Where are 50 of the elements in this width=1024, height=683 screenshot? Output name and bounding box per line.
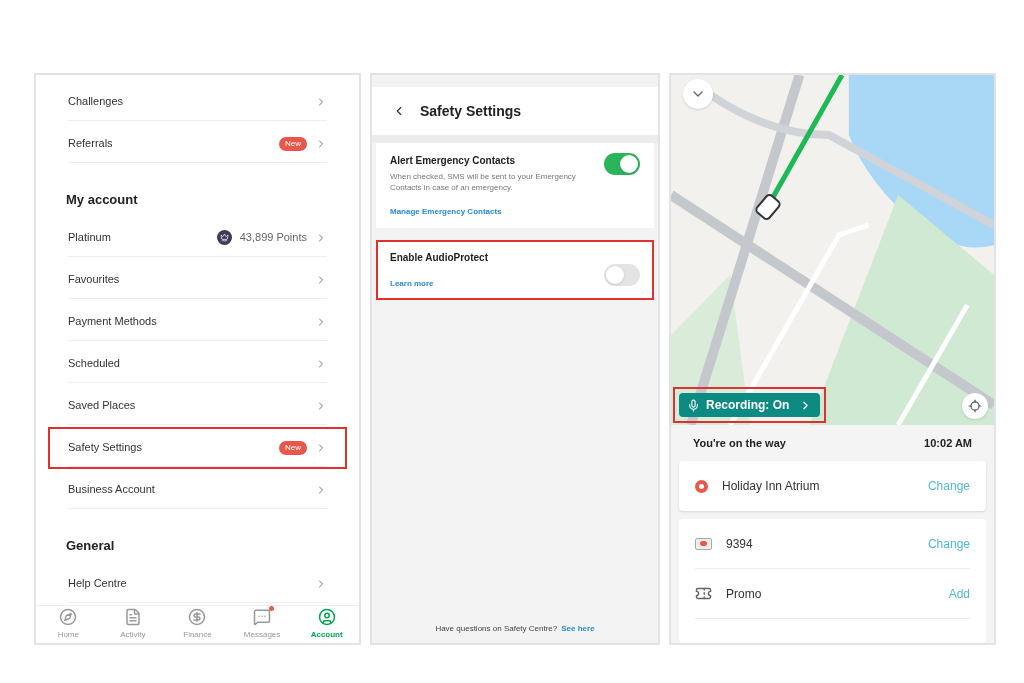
new-badge: New	[279, 136, 307, 151]
toggle-switch[interactable]	[604, 264, 640, 286]
footer-link[interactable]: See here	[561, 623, 595, 635]
menu-item[interactable]: Business Account	[48, 469, 347, 511]
recording-button[interactable]: Recording: On	[679, 393, 821, 417]
card-icon	[695, 537, 712, 550]
nav-tab[interactable]: Home	[36, 606, 101, 643]
dollar-icon	[188, 608, 207, 626]
menu-item[interactable]: Payment Methods	[48, 301, 347, 343]
trip-status: You're on the way	[693, 435, 786, 451]
action-link[interactable]: Add	[948, 584, 970, 603]
menu-item[interactable]: Platinum 43,899 Points	[48, 217, 347, 259]
user-icon	[317, 608, 336, 626]
setting-link[interactable]: Learn more	[390, 278, 604, 290]
nav-tab[interactable]: Messages	[229, 606, 295, 643]
menu-item[interactable]: Saved Places	[48, 385, 347, 427]
setting-title: Alert Emergency Contacts	[390, 154, 517, 168]
ticket-icon	[695, 585, 712, 602]
nav-tab[interactable]: Activity	[100, 606, 166, 643]
menu-item[interactable]: Favourites	[48, 259, 347, 301]
setting-title: Enable AudioProtect	[390, 251, 489, 265]
footer-text: Have questions on Safety Centre?	[435, 623, 558, 635]
section-heading: General	[66, 538, 115, 553]
chat-icon	[253, 608, 272, 626]
change-link[interactable]: Change	[927, 477, 970, 495]
nav-tab[interactable]: Finance	[165, 606, 230, 643]
screen-title: Safety Settings	[420, 101, 522, 121]
microphone-icon	[687, 398, 700, 412]
payment-label: Promo	[726, 585, 763, 603]
menu-item[interactable]: Scheduled	[48, 343, 347, 385]
toggle-switch[interactable]	[604, 153, 640, 175]
nav-tab[interactable]: Account	[294, 606, 359, 643]
points-value: 43,899 Points	[239, 230, 307, 246]
setting-description: When checked, SMS will be sent to your Emergency Contacts in case of an emergency.	[390, 171, 577, 193]
destination-name: Holiday Inn Atrium	[722, 478, 821, 495]
new-badge: New	[279, 440, 307, 455]
menu-item[interactable]: Help Centre	[48, 563, 347, 605]
crown-icon	[216, 230, 232, 245]
document-icon	[123, 608, 142, 626]
menu-item[interactable]: Referrals New	[48, 123, 347, 165]
section-heading: My account	[66, 192, 138, 207]
destination-marker-icon	[695, 479, 708, 493]
arrival-time: 10:02 AM	[924, 435, 972, 451]
action-link[interactable]: Change	[927, 534, 970, 553]
compass-icon	[59, 608, 78, 626]
locate-icon	[968, 399, 982, 413]
setting-link[interactable]: Manage Emergency Contacts	[390, 206, 604, 218]
menu-item[interactable]: Safety Settings New	[48, 427, 347, 469]
menu-item[interactable]: Challenges	[48, 81, 347, 123]
payment-label: 9394	[726, 535, 754, 553]
